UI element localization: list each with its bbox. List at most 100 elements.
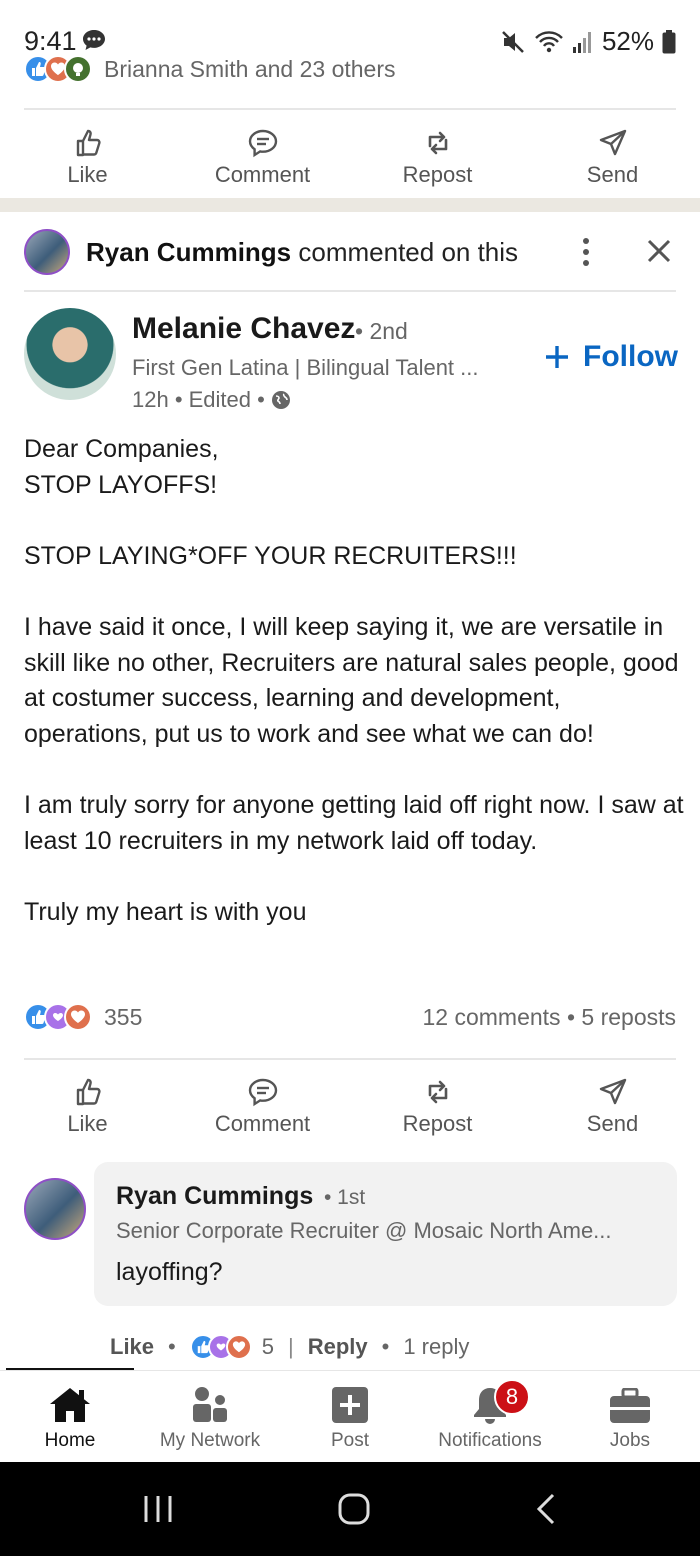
- repost-label: Repost: [402, 1111, 473, 1136]
- author-avatar[interactable]: [24, 308, 116, 400]
- divider: [24, 108, 676, 110]
- divider: [24, 290, 676, 292]
- back-icon[interactable]: [534, 1492, 558, 1526]
- notification-badge: 8: [494, 1379, 530, 1415]
- post-action-bar: Like Comment Repost Send: [0, 1067, 700, 1147]
- like-icon: [76, 129, 101, 157]
- author-headline: First Gen Latina | Bilingual Talent ...: [132, 355, 479, 380]
- follow-button[interactable]: Follow: [545, 340, 678, 374]
- commenter-avatar[interactable]: [24, 1178, 86, 1240]
- battery-percent: 52%: [601, 26, 654, 56]
- repost-label: Repost: [402, 162, 473, 187]
- separator-dot: •: [168, 1334, 176, 1359]
- comment-label: Comment: [214, 1111, 311, 1136]
- send-label: Send: [586, 1111, 639, 1136]
- separator-bar: |: [287, 1334, 294, 1359]
- tab-label: Notifications: [438, 1430, 542, 1451]
- tab-notifications[interactable]: 8 Notifications: [420, 1371, 560, 1462]
- commenter-degree: • 1st: [324, 1186, 366, 1209]
- like-button[interactable]: Like: [0, 118, 175, 198]
- more-options-icon[interactable]: [580, 236, 592, 268]
- like-label: Like: [67, 162, 108, 187]
- activity-actor[interactable]: Ryan Cummings: [86, 237, 291, 267]
- author-name[interactable]: Melanie Chavez: [132, 312, 355, 346]
- send-icon: [599, 129, 626, 156]
- repost-icon: [428, 1080, 447, 1104]
- post-text: Dear Companies, STOP LAYOFFS! STOP LAYIN…: [24, 432, 684, 930]
- divider: [24, 1058, 676, 1060]
- close-icon[interactable]: [646, 238, 672, 264]
- send-icon: [599, 1078, 626, 1105]
- tab-jobs[interactable]: Jobs: [560, 1371, 700, 1462]
- plus-icon: [546, 346, 569, 368]
- post-gap: [24, 503, 684, 539]
- post-line: STOP LAYOFFS!: [24, 470, 218, 499]
- message-icon: [83, 30, 105, 50]
- separator-dot: •: [381, 1334, 390, 1359]
- follow-label: Follow: [583, 340, 678, 373]
- tab-label: Jobs: [609, 1430, 651, 1451]
- love-reaction-icon: [64, 1003, 92, 1031]
- reaction-count-button[interactable]: 355: [24, 1003, 142, 1031]
- post-line: I am truly sorry for anyone getting laid…: [24, 790, 684, 855]
- tab-post[interactable]: Post: [280, 1371, 420, 1462]
- post-line: Dear Companies,: [24, 435, 219, 463]
- comment-text: layoffing?: [116, 1258, 223, 1286]
- post-action-bar: Like Comment Repost Send: [0, 118, 700, 198]
- tab-my-network[interactable]: My Network: [140, 1371, 280, 1462]
- network-icon: [193, 1387, 227, 1422]
- comments-reposts-count[interactable]: 12 comments • 5 reposts: [423, 1004, 677, 1031]
- like-button[interactable]: Like: [0, 1067, 175, 1147]
- post-icon: [332, 1387, 368, 1423]
- comment-like-button[interactable]: Like: [110, 1334, 154, 1360]
- home-system-icon[interactable]: [337, 1492, 371, 1526]
- battery-icon: [662, 29, 676, 53]
- love-reaction-icon: [225, 1334, 252, 1360]
- post-meta: 12h • Edited •: [132, 387, 291, 413]
- tab-label: Home: [44, 1430, 96, 1451]
- commenter-name[interactable]: Ryan Cummings: [116, 1182, 313, 1211]
- tab-label: Post: [330, 1430, 370, 1451]
- activity-text: Ryan Cummings commented on this: [86, 237, 518, 268]
- commenter-headline: Senior Corporate Recruiter @ Mosaic Nort…: [116, 1218, 612, 1243]
- post-social-counts: 355 12 comments • 5 reposts: [24, 1000, 676, 1034]
- send-button[interactable]: Send: [525, 1067, 700, 1147]
- comment-button[interactable]: Comment: [175, 1067, 350, 1147]
- reactions-summary[interactable]: Brianna Smith and 23 others: [24, 54, 396, 84]
- status-time: 9:41: [24, 26, 77, 56]
- tab-label: My Network: [159, 1430, 261, 1451]
- comment-button[interactable]: Comment: [175, 118, 350, 198]
- comment-bubble: Ryan Cummings • 1st Senior Corporate Rec…: [94, 1162, 677, 1306]
- wifi-icon: [535, 30, 563, 52]
- home-icon: [50, 1388, 90, 1422]
- send-label: Send: [586, 162, 639, 187]
- comment-icon: [248, 1078, 277, 1107]
- recent-apps-icon[interactable]: [142, 1493, 174, 1525]
- comment-icon: [248, 129, 277, 158]
- activity-header: Ryan Cummings commented on this: [24, 228, 676, 276]
- post-time: 12h • Edited •: [132, 387, 265, 412]
- post-gap: [24, 752, 684, 788]
- post-line: STOP LAYING*OFF YOUR RECRUITERS!!!: [24, 541, 517, 570]
- feed-separator: [0, 198, 700, 212]
- status-bar: 9:41 52%: [0, 0, 700, 56]
- post-gap: [24, 574, 684, 610]
- mute-icon: [502, 30, 524, 53]
- comment-reactions[interactable]: [189, 1334, 252, 1360]
- activity-action: commented on this: [291, 236, 519, 267]
- reactors-names: Brianna Smith and 23 others: [104, 55, 396, 82]
- repost-button[interactable]: Repost: [350, 1067, 525, 1147]
- replies-count[interactable]: 1 reply: [403, 1334, 469, 1360]
- bottom-navigation: Home My Network Post 8 Notifications Job…: [0, 1370, 700, 1462]
- post-line: Truly my heart is with you: [24, 897, 307, 926]
- repost-button[interactable]: Repost: [350, 118, 525, 198]
- like-icon: [76, 1078, 101, 1106]
- globe-icon: [271, 391, 290, 409]
- tab-home[interactable]: Home: [0, 1371, 140, 1462]
- insightful-reaction-icon: [64, 55, 92, 83]
- post-line: I have said it once, I will keep saying …: [24, 612, 679, 748]
- actor-avatar[interactable]: [24, 229, 70, 275]
- send-button[interactable]: Send: [525, 118, 700, 198]
- reply-button[interactable]: Reply: [308, 1334, 368, 1360]
- like-label: Like: [67, 1111, 108, 1136]
